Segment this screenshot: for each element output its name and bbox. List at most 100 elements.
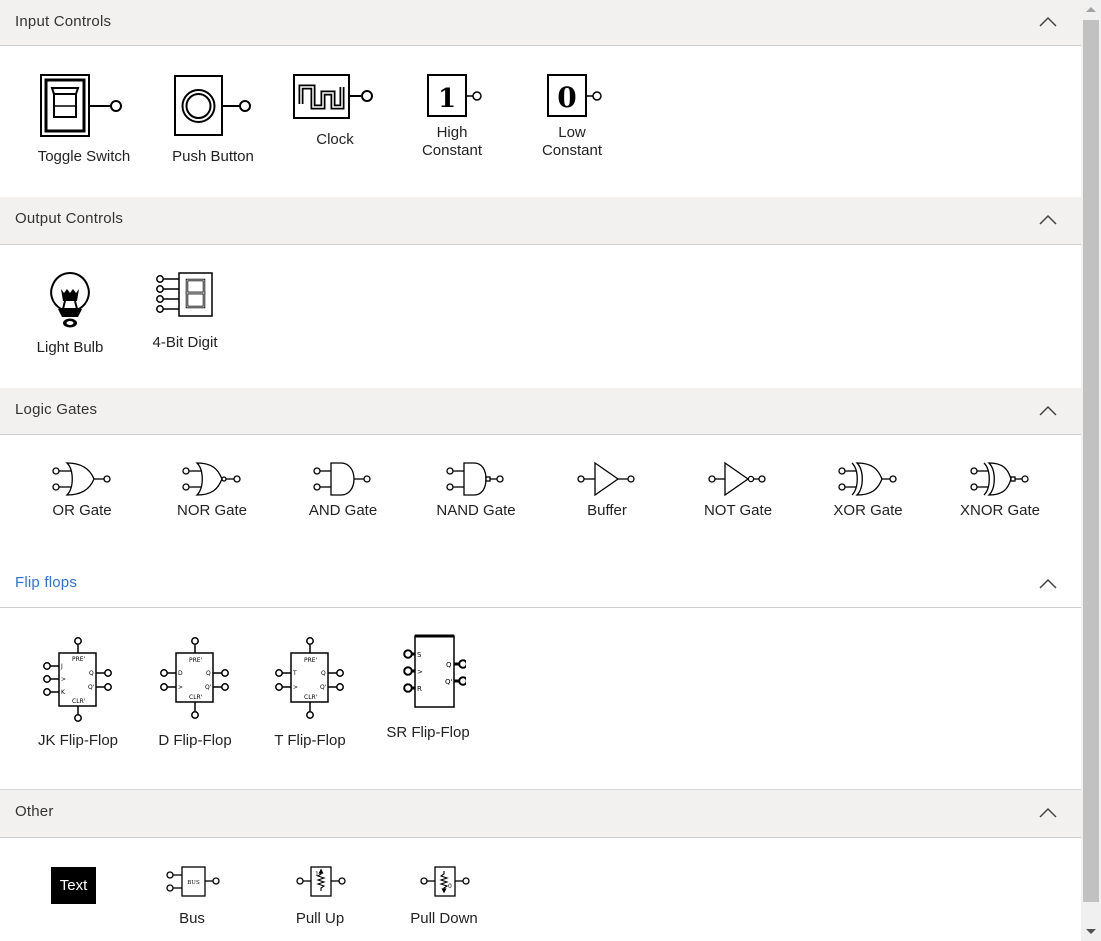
bus-glyph: BUS — [187, 880, 200, 886]
section-body-input-controls: Toggle Switch Push Button Clock 1 High C… — [0, 46, 1081, 197]
glyph-one: 1 — [438, 84, 456, 114]
item-label: NOR Gate — [176, 502, 248, 519]
chevron-up-icon[interactable] — [1039, 16, 1057, 28]
d-flip-flop-icon: PRE' CLR' D > Q Q' — [160, 637, 229, 719]
chevron-up-icon[interactable] — [1039, 578, 1057, 590]
palette-item-nand-gate[interactable]: NAND Gate — [432, 461, 520, 520]
pin-label: CLR' — [304, 694, 318, 701]
item-label-line-2: Constant — [541, 142, 603, 159]
nor-gate-icon — [182, 462, 241, 496]
high-constant-icon: 1 — [427, 74, 482, 117]
item-label: Bus — [179, 910, 205, 927]
light-bulb-icon — [50, 271, 90, 328]
low-constant-icon: 0 — [547, 74, 602, 117]
four-bit-digit-icon — [156, 272, 213, 317]
section-header-input-controls[interactable]: Input Controls — [0, 0, 1081, 46]
palette-item-4-bit-digit[interactable]: 4-Bit Digit — [145, 271, 225, 352]
palette-item-light-bulb[interactable]: Light Bulb — [28, 271, 112, 357]
pin-label: > — [178, 684, 183, 691]
palette-item-push-button[interactable]: Push Button — [165, 74, 261, 166]
arrow-up-icon[interactable] — [1081, 0, 1101, 17]
pin-label: Q' — [320, 684, 327, 691]
vertical-scrollbar[interactable] — [1081, 0, 1101, 941]
item-label: XOR Gate — [833, 502, 903, 519]
pin-label: > — [417, 668, 423, 676]
section-title: Output Controls — [15, 210, 124, 227]
item-label: JK Flip-Flop — [37, 732, 119, 749]
item-label-line-1: Low — [558, 124, 586, 141]
chevron-up-icon[interactable] — [1039, 214, 1057, 226]
palette-item-jk-flip-flop[interactable]: PRE' CLR' J > K Q Q' JK Flip-Flop — [32, 636, 124, 750]
clock-icon — [293, 74, 373, 119]
item-label-line-1: High — [436, 124, 468, 141]
pin-label: Q' — [88, 684, 95, 691]
palette-item-buffer[interactable]: Buffer — [567, 461, 647, 520]
scrollbar-thumb[interactable] — [1083, 20, 1099, 902]
item-label: XNOR Gate — [959, 502, 1041, 519]
glyph-zero: 0 — [557, 81, 576, 114]
item-label: Clock — [316, 131, 354, 148]
push-button-icon — [174, 75, 251, 136]
arrow-down-icon[interactable] — [1081, 924, 1101, 941]
text-icon: Text — [51, 867, 96, 904]
palette-item-low-constant[interactable]: 0 Low Constant — [534, 74, 610, 160]
section-title: Input Controls — [15, 13, 112, 30]
toggle-switch-icon — [40, 74, 122, 137]
pull-down-glyph: 0 — [448, 883, 452, 890]
sr-flip-flop-icon: S > R Q Q' — [403, 634, 466, 708]
palette-item-pull-down[interactable]: 0 Pull Down — [404, 863, 484, 928]
palette-item-nor-gate[interactable]: NOR Gate — [172, 461, 252, 520]
palette-item-toggle-switch[interactable]: Toggle Switch — [32, 74, 136, 166]
palette-item-and-gate[interactable]: AND Gate — [303, 461, 383, 520]
nand-gate-icon — [446, 462, 504, 496]
palette-item-or-gate[interactable]: OR Gate — [42, 461, 122, 520]
chevron-up-icon[interactable] — [1039, 807, 1057, 819]
component-palette: Input Controls Toggle Switch Push Button… — [0, 0, 1081, 941]
section-header-logic-gates[interactable]: Logic Gates — [0, 388, 1081, 435]
bus-icon: BUS — [166, 866, 220, 897]
palette-item-xor-gate[interactable]: XOR Gate — [828, 461, 908, 520]
pin-label: CLR' — [189, 694, 203, 701]
section-header-output-controls[interactable]: Output Controls — [0, 197, 1081, 245]
section-header-flip-flops[interactable]: Flip flops — [0, 561, 1081, 608]
pin-label: T — [292, 670, 297, 677]
xnor-gate-icon — [970, 462, 1029, 496]
section-body-flip-flops: PRE' CLR' J > K Q Q' JK Flip-Flop PRE' C… — [0, 608, 1081, 789]
pin-label: D — [178, 670, 183, 677]
pin-label: Q' — [205, 684, 212, 691]
item-label: SR Flip-Flop — [386, 724, 470, 741]
item-label: Pull Up — [295, 910, 345, 927]
chevron-up-icon[interactable] — [1039, 405, 1057, 417]
palette-item-clock[interactable]: Clock — [292, 74, 378, 149]
pin-label: PRE' — [304, 657, 318, 664]
pin-label: > — [293, 684, 298, 691]
xor-gate-icon — [838, 462, 897, 496]
palette-item-d-flip-flop[interactable]: PRE' CLR' D > Q Q' D Flip-Flop — [150, 636, 240, 750]
item-label: Light Bulb — [36, 339, 104, 356]
item-label: Buffer — [587, 502, 627, 519]
item-label: T Flip-Flop — [274, 732, 346, 749]
item-label: D Flip-Flop — [158, 732, 232, 749]
palette-item-high-constant[interactable]: 1 High Constant — [414, 74, 490, 160]
palette-item-text[interactable]: Text — [46, 867, 101, 904]
section-body-logic-gates: OR Gate NOR Gate AND Gate NAND Gate Buff… — [0, 435, 1081, 561]
pin-label: Q — [446, 661, 452, 669]
section-header-other[interactable]: Other — [0, 789, 1081, 838]
or-gate-icon — [52, 462, 111, 496]
item-label: Pull Down — [410, 910, 478, 927]
pin-label: PRE' — [189, 657, 203, 664]
pin-label: Q — [206, 670, 211, 677]
palette-item-xnor-gate[interactable]: XNOR Gate — [957, 461, 1043, 520]
palette-item-not-gate[interactable]: NOT Gate — [698, 461, 778, 520]
pin-label: Q — [89, 670, 94, 677]
buffer-icon — [577, 461, 635, 497]
palette-item-t-flip-flop[interactable]: PRE' CLR' T > Q Q' T Flip-Flop — [265, 636, 355, 750]
pull-up-icon: 1 — [296, 866, 346, 897]
section-body-output-controls: Light Bulb 4-Bit Digit — [0, 245, 1081, 388]
palette-item-pull-up[interactable]: 1 Pull Up — [288, 863, 352, 928]
pin-label: Q — [321, 670, 326, 677]
palette-item-sr-flip-flop[interactable]: S > R Q Q' SR Flip-Flop — [380, 634, 476, 742]
palette-item-bus[interactable]: BUS Bus — [160, 863, 224, 928]
pull-down-icon: 0 — [420, 866, 470, 897]
and-gate-icon — [313, 462, 371, 496]
